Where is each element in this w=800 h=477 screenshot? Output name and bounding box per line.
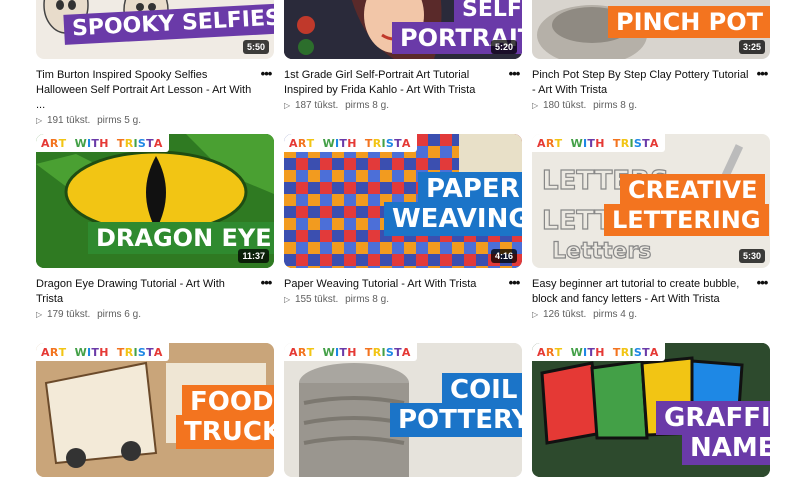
video-card[interactable]: ART WITH TRISTA PAPER WEAVING 4:16 Paper…	[284, 134, 522, 305]
thumbnail-overlay-text: LETTERING	[604, 204, 769, 236]
video-title[interactable]: Dragon Eye Drawing Tutorial - Art With T…	[36, 277, 254, 307]
video-stats: ▷ 126 tūkst. pirms 4 g.	[532, 309, 750, 320]
video-card[interactable]: SPOOKY SELFIES 5:50 Tim Burton Inspired …	[36, 0, 274, 126]
upload-age: pirms 4 g.	[593, 309, 637, 320]
play-icon: ▷	[532, 310, 539, 319]
channel-brand-label: ART WITH TRISTA	[36, 343, 169, 361]
more-vert-icon[interactable]: •••	[506, 67, 522, 111]
channel-brand-label: ART WITH TRISTA	[532, 343, 665, 361]
upload-age: pirms 5 g.	[97, 115, 141, 126]
channel-brand-label: ART WITH TRISTA	[284, 343, 417, 361]
more-vert-icon[interactable]: •••	[754, 276, 770, 320]
more-vert-icon[interactable]: •••	[258, 67, 274, 126]
channel-brand-label: ART WITH TRISTA	[532, 134, 665, 152]
thumbnail-overlay-text: PAPER	[418, 172, 522, 206]
video-stats: ▷ 155 tūkst. pirms 8 g.	[284, 294, 502, 305]
thumbnail-overlay-text: NAME	[682, 431, 770, 465]
video-card[interactable]: PINCH POT 3:25 Pinch Pot Step By Step Cl…	[532, 0, 770, 111]
video-stats: ▷ 191 tūkst. pirms 5 g.	[36, 115, 254, 126]
video-thumbnail[interactable]: ART WITH TRISTA GRAFFITI NAME	[532, 343, 770, 477]
channel-brand-label: ART WITH TRISTA	[284, 134, 417, 152]
more-vert-icon[interactable]: •••	[258, 276, 274, 320]
view-count: 187 tūkst.	[294, 100, 339, 111]
video-duration: 4:16	[490, 249, 517, 263]
svg-text:Lettters: Lettters	[552, 239, 651, 264]
video-thumbnail[interactable]: ART WITH TRISTA PAPER WEAVING 4:16	[284, 134, 522, 268]
video-title[interactable]: 1st Grade Girl Self-Portrait Art Tutoria…	[284, 68, 502, 98]
video-thumbnail[interactable]: SELF PORTRAIT 5:20	[284, 0, 522, 59]
view-count: 126 tūkst.	[542, 309, 587, 320]
video-duration: 5:50	[242, 40, 269, 54]
upload-age: pirms 8 g.	[593, 100, 637, 111]
thumbnail-overlay-text: WEAVING	[384, 202, 522, 236]
video-stats: ▷ 179 tūkst. pirms 6 g.	[36, 309, 254, 320]
thumbnail-overlay-text: GRAFFITI	[656, 401, 770, 435]
upload-age: pirms 8 g.	[345, 294, 389, 305]
video-thumbnail[interactable]: LETTERS LETT Lettters ART WITH TRISTA CR…	[532, 134, 770, 268]
play-icon: ▷	[284, 101, 291, 110]
video-card[interactable]: ART WITH TRISTA DRAGON EYE 11:37 Dragon …	[36, 134, 274, 320]
video-stats: ▷ 180 tūkst. pirms 8 g.	[532, 100, 750, 111]
upload-age: pirms 8 g.	[345, 100, 389, 111]
video-title[interactable]: Pinch Pot Step By Step Clay Pottery Tuto…	[532, 68, 750, 98]
video-thumbnail[interactable]: ART WITH TRISTA FOOD TRUCK	[36, 343, 274, 477]
thumbnail-overlay-text: POTTERY	[390, 403, 522, 437]
view-count: 180 tūkst.	[542, 100, 587, 111]
video-title[interactable]: Tim Burton Inspired Spooky Selfies Hallo…	[36, 68, 254, 113]
play-icon: ▷	[284, 295, 291, 304]
video-thumbnail[interactable]: SPOOKY SELFIES 5:50	[36, 0, 274, 59]
video-card[interactable]: LETTERS LETT Lettters ART WITH TRISTA CR…	[532, 134, 770, 320]
video-duration: 11:37	[238, 249, 269, 263]
video-title[interactable]: Paper Weaving Tutorial - Art With Trista	[284, 277, 502, 292]
thumbnail-overlay-text: FOOD	[182, 385, 274, 419]
video-title[interactable]: Easy beginner art tutorial to create bub…	[532, 277, 750, 307]
video-thumbnail[interactable]: ART WITH TRISTA DRAGON EYE 11:37	[36, 134, 274, 268]
video-card[interactable]: ART WITH TRISTA COIL POTTERY	[284, 343, 522, 477]
video-duration: 5:20	[490, 40, 517, 54]
play-icon: ▷	[532, 101, 539, 110]
thumbnail-overlay-text: COIL	[442, 373, 522, 407]
channel-brand-label: ART WITH TRISTA	[36, 134, 169, 152]
thumbnail-overlay-text: TRUCK	[176, 415, 274, 449]
svg-text:LETT: LETT	[542, 206, 613, 236]
more-vert-icon[interactable]: •••	[754, 67, 770, 111]
thumbnail-overlay-text: PINCH POT	[608, 6, 770, 38]
video-thumbnail[interactable]: PINCH POT 3:25	[532, 0, 770, 59]
video-thumbnail[interactable]: ART WITH TRISTA COIL POTTERY	[284, 343, 522, 477]
video-card[interactable]: SELF PORTRAIT 5:20 1st Grade Girl Self-P…	[284, 0, 522, 111]
more-vert-icon[interactable]: •••	[506, 276, 522, 305]
view-count: 155 tūkst.	[294, 294, 339, 305]
view-count: 191 tūkst.	[46, 115, 91, 126]
video-stats: ▷ 187 tūkst. pirms 8 g.	[284, 100, 502, 111]
thumbnail-overlay-text: CREATIVE	[620, 174, 766, 206]
play-icon: ▷	[36, 116, 43, 125]
play-icon: ▷	[36, 310, 43, 319]
video-card[interactable]: ART WITH TRISTA GRAFFITI NAME	[532, 343, 770, 477]
video-duration: 3:25	[738, 40, 765, 54]
view-count: 179 tūkst.	[46, 309, 91, 320]
video-duration: 5:30	[738, 249, 765, 263]
upload-age: pirms 6 g.	[97, 309, 141, 320]
video-card[interactable]: ART WITH TRISTA FOOD TRUCK	[36, 343, 274, 477]
